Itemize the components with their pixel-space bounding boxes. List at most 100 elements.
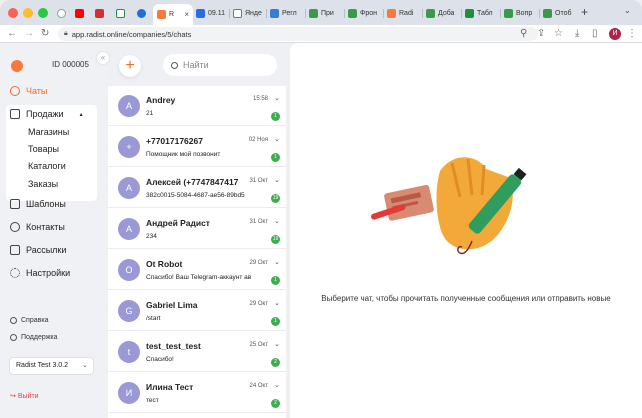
submenu-item-shops[interactable]: Магазины: [28, 127, 69, 137]
browser-tab[interactable]: Отоб: [543, 5, 575, 21]
browser-tab[interactable]: [116, 5, 128, 21]
download-icon[interactable]: ⤓: [575, 28, 579, 40]
chevron-down-icon[interactable]: ⌄: [274, 176, 280, 184]
radist-favicon-icon: [157, 10, 166, 19]
chevron-down-icon[interactable]: ⌄: [274, 299, 280, 307]
chat-search-input[interactable]: Найти: [163, 54, 277, 76]
sidepanel-icon[interactable]: ▯: [592, 28, 598, 40]
zoom-icon[interactable]: ⚲: [520, 28, 527, 40]
browser-tab[interactable]: [137, 5, 149, 21]
browser-tab[interactable]: [75, 5, 87, 21]
account-select[interactable]: Radist Test 3.0.2 ⌄: [9, 357, 94, 375]
chat-list-item[interactable]: t test_test_test 25 Окт ⌄ Спасибо! 2: [108, 332, 286, 372]
browser-tab-active[interactable]: R ×: [153, 4, 193, 25]
chevron-down-icon[interactable]: ⌄: [274, 258, 280, 266]
chat-list-item[interactable]: G Gabriel Lima 29 Окт ⌄ /start 1: [108, 291, 286, 331]
chat-list-item[interactable]: A Andrey 15:58 ⌄ 21 1: [108, 86, 286, 126]
close-tab-icon[interactable]: ×: [184, 10, 189, 19]
bookmark-star-icon[interactable]: ☆: [554, 28, 563, 40]
chat-last-message: Спасибо! Ваш Telegram-аккаунт ав: [146, 274, 252, 281]
help-link[interactable]: Справка: [10, 317, 48, 324]
chat-name: Gabriel Lima: [146, 300, 198, 310]
chat-last-message: /start: [146, 315, 161, 322]
profile-avatar[interactable]: И: [609, 28, 621, 40]
maximize-window-icon[interactable]: [38, 8, 48, 18]
browser-tab[interactable]: Регл: [270, 5, 302, 21]
chevron-down-icon[interactable]: ⌄: [274, 340, 280, 348]
support-link[interactable]: Поддержка: [10, 334, 58, 341]
chat-bubble-icon: [10, 86, 20, 96]
tab-label: R: [169, 11, 175, 18]
tab-label: Табл: [477, 9, 493, 17]
chevron-down-icon[interactable]: ⌄: [274, 94, 280, 102]
sidebar-item-sales[interactable]: Продажи ▴: [10, 109, 83, 119]
browser-tab[interactable]: Фрон: [348, 5, 380, 21]
chat-list-item[interactable]: + +77017176267 02 Ноя ⌄ Помощник мой поз…: [108, 127, 286, 167]
submenu-item-products[interactable]: Товары: [28, 144, 59, 154]
browser-tab[interactable]: [95, 5, 107, 21]
browser-tab[interactable]: При: [309, 5, 341, 21]
radist-logo[interactable]: [11, 60, 23, 72]
chevron-down-icon[interactable]: ⌄: [274, 135, 280, 143]
address-bar[interactable]: 🔒︎ app.radist.online/companies/5/chats: [58, 27, 538, 41]
tab-search-chevron-icon[interactable]: ⌄: [624, 6, 631, 15]
browser-tab[interactable]: [57, 5, 69, 21]
chat-last-message: Помощник мой позвонит: [146, 151, 221, 158]
search-placeholder: Найти: [183, 60, 209, 70]
chat-list-item[interactable]: O Ot Robot 29 Окт ⌄ Спасибо! Ваш Telegra…: [108, 250, 286, 290]
submenu-item-catalogs[interactable]: Каталоги: [28, 161, 66, 171]
submenu-item-orders[interactable]: Заказы: [28, 179, 58, 189]
unread-badge: 1: [271, 153, 280, 162]
sidebar-item-contacts[interactable]: Контакты: [10, 222, 65, 232]
search-icon: [171, 61, 178, 69]
tab-label: Отоб: [555, 9, 572, 17]
forward-arrow-icon[interactable]: →: [24, 28, 34, 40]
minimize-window-icon[interactable]: [23, 8, 33, 18]
browser-tab[interactable]: 09.11: [196, 5, 226, 21]
tab-label: Вопр: [516, 9, 533, 17]
more-menu-icon[interactable]: ⋮: [627, 28, 637, 40]
tab-favicon-icon: [137, 8, 146, 18]
reload-icon[interactable]: ↻: [41, 28, 49, 40]
avatar: А: [118, 177, 140, 199]
back-arrow-icon[interactable]: ←: [7, 28, 17, 40]
collapse-sidebar-button[interactable]: «: [97, 52, 109, 64]
help-label: Справка: [21, 317, 49, 324]
sidebar-item-settings[interactable]: Настройки: [10, 268, 70, 278]
sidebar-item-templates[interactable]: Шаблоны: [10, 199, 66, 209]
browser-tab[interactable]: Янде: [233, 5, 263, 21]
support-label: Поддержка: [21, 334, 58, 341]
company-id: ID 000005: [52, 60, 89, 69]
avatar: G: [118, 300, 140, 322]
add-chat-button[interactable]: +: [119, 55, 141, 77]
tab-label: При: [321, 9, 334, 17]
tab-divider: [266, 9, 267, 18]
avatar: O: [118, 259, 140, 281]
chat-name: test_test_test: [146, 341, 201, 351]
unread-badge: 1: [271, 317, 280, 326]
chevron-down-icon[interactable]: ⌄: [274, 217, 280, 225]
close-window-icon[interactable]: [8, 8, 18, 18]
browser-tab[interactable]: Табл: [465, 5, 497, 21]
chat-list-item[interactable]: А Андрей Радист 31 Окт ⌄ 234 19: [108, 209, 286, 249]
chat-date: 29 Окт: [249, 301, 268, 307]
sidebar-item-chats[interactable]: Чаты: [10, 86, 47, 96]
chevron-down-icon: ⌄: [82, 362, 88, 369]
tab-divider: [461, 9, 462, 18]
chat-last-message: 382c0015-5084-4687-ae56-89bd5: [146, 192, 245, 199]
browser-tab[interactable]: Вопр: [504, 5, 536, 21]
chat-name: Илина Тест: [146, 382, 194, 392]
browser-tab[interactable]: Radi: [387, 5, 419, 21]
tab-favicon-icon: [196, 8, 205, 18]
tab-divider: [229, 9, 230, 18]
sidebar-item-broadcasts[interactable]: Рассылки: [10, 245, 66, 255]
logout-link[interactable]: ↪ Выйти: [10, 392, 39, 400]
chevron-down-icon[interactable]: ⌄: [274, 381, 280, 389]
browser-tab[interactable]: Доба: [426, 5, 458, 21]
tab-favicon-icon: [426, 8, 435, 18]
chat-list-item[interactable]: А Алексей (+7747847417 31 Окт ⌄ 382c0015…: [108, 168, 286, 208]
new-tab-button[interactable]: +: [581, 5, 588, 19]
chat-name: Алексей (+7747847417: [146, 177, 239, 187]
share-icon[interactable]: ⇪: [537, 28, 545, 40]
chat-list-item[interactable]: И Илина Тест 24 Окт ⌄ тест 2: [108, 373, 286, 413]
